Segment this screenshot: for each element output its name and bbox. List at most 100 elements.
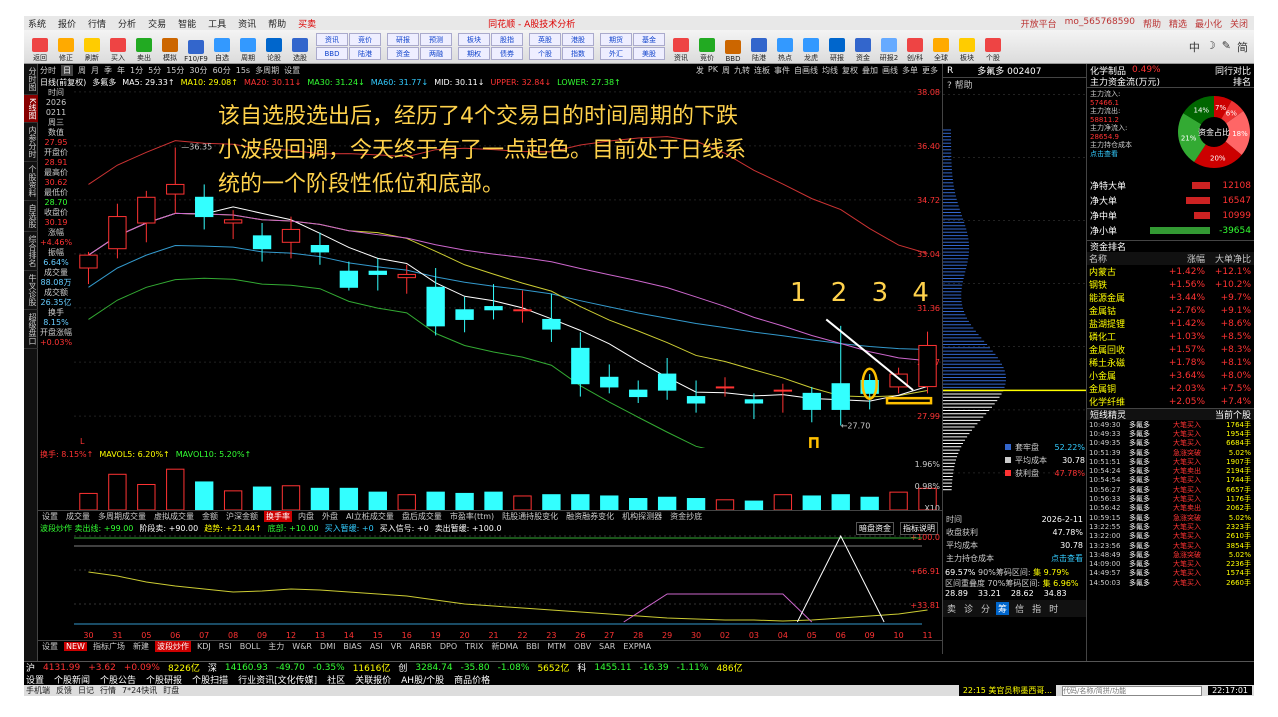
- indicator-tab[interactable]: 虚拟成交量: [152, 511, 196, 522]
- rank-link[interactable]: 排名: [1233, 75, 1251, 88]
- tracker-row[interactable]: 10:49:30 多氟多 大笔买入 1764手: [1087, 420, 1254, 429]
- chip-tab[interactable]: 诊: [962, 602, 975, 615]
- candle[interactable]: [223, 219, 243, 224]
- candle[interactable]: [773, 389, 793, 392]
- rank-row[interactable]: 金属铜 +2.03% +7.5%: [1087, 382, 1254, 396]
- toolbar-button[interactable]: 龙虎: [799, 31, 823, 63]
- toolbar-button[interactable]: 创/科: [903, 31, 927, 63]
- period-tab[interactable]: 15分: [166, 65, 184, 76]
- candle[interactable]: [802, 392, 821, 410]
- tracker-row[interactable]: 10:49:35 多氟多 大笔买入 6684手: [1087, 439, 1254, 448]
- indicator-tab[interactable]: AI立桩成交量: [344, 511, 396, 522]
- indicator2-tab[interactable]: 波段炒作: [154, 641, 191, 652]
- toolbar-right-item[interactable]: 简: [1237, 39, 1248, 55]
- indicator-tab[interactable]: 陆股通持股变化: [500, 511, 560, 522]
- period-right-item[interactable]: PK: [708, 65, 718, 76]
- osc-right-button[interactable]: 指标说明: [900, 521, 938, 535]
- bottom-link[interactable]: 行情: [100, 685, 116, 696]
- period-tab[interactable]: 周: [78, 65, 86, 76]
- menu-item[interactable]: 工具: [208, 17, 226, 30]
- candle[interactable]: [542, 318, 561, 330]
- candle[interactable]: [513, 309, 532, 312]
- chip-tab[interactable]: 分: [979, 602, 992, 615]
- candle[interactable]: [715, 386, 735, 389]
- osc-right-button[interactable]: 暗盘资金: [856, 521, 894, 535]
- period-right-item[interactable]: 更多: [922, 65, 938, 76]
- period-tab[interactable]: 5分: [148, 65, 161, 76]
- candle[interactable]: [108, 216, 127, 250]
- period-right-item[interactable]: 自画线: [794, 65, 818, 76]
- tracker-row[interactable]: 13:48:49 多氟多 急涨突破 5.02%: [1087, 550, 1254, 559]
- chip-tab[interactable]: 筹: [996, 602, 1010, 615]
- toolbar-button[interactable]: 模拟: [158, 31, 182, 63]
- bottom-link[interactable]: 7*24快讯: [122, 685, 157, 696]
- candle[interactable]: [657, 373, 677, 391]
- menu-right-item[interactable]: 开放平台: [1021, 17, 1057, 30]
- candle[interactable]: [79, 254, 98, 269]
- candle[interactable]: [252, 235, 272, 250]
- indicator2-tab[interactable]: 新DMA: [489, 641, 520, 652]
- info-tab[interactable]: 个股扫描: [192, 673, 228, 686]
- menu-item[interactable]: 资讯: [238, 17, 256, 30]
- indicator-tab[interactable]: 设置: [40, 511, 60, 522]
- toolbar-button[interactable]: 资讯: [669, 31, 693, 63]
- menu-item[interactable]: 交易: [148, 17, 166, 30]
- chip-tab[interactable]: 时: [1047, 602, 1060, 615]
- indicator-tab[interactable]: 多周期成交量: [96, 511, 148, 522]
- period-tab[interactable]: 60分: [213, 65, 231, 76]
- candle[interactable]: [397, 273, 416, 279]
- toolbar-small-button[interactable]: 期货: [600, 33, 632, 46]
- candle[interactable]: [629, 389, 648, 398]
- info-tab[interactable]: 关联报价: [355, 673, 391, 686]
- tracker-row[interactable]: 13:22:00 多氟多 大笔买入 2610手: [1087, 532, 1254, 541]
- indicator-tab[interactable]: 外盘: [320, 511, 340, 522]
- toolbar-small-button[interactable]: 板块: [458, 33, 490, 46]
- candle[interactable]: [426, 286, 445, 327]
- menu-right-item[interactable]: mo_565768590: [1065, 17, 1135, 30]
- candle[interactable]: [166, 183, 185, 195]
- info-tab[interactable]: 商品价格: [454, 673, 490, 686]
- tracker-row[interactable]: 10:56:27 多氟多 大笔买入 6657手: [1087, 485, 1254, 494]
- toolbar-button[interactable]: 选股: [288, 31, 312, 63]
- menu-right-item[interactable]: 关闭: [1230, 17, 1248, 30]
- tracker-row[interactable]: 13:23:56 多氟多 大笔买入 3854手: [1087, 541, 1254, 550]
- indicator2-tab[interactable]: 指标广场: [91, 641, 127, 652]
- candle[interactable]: [368, 270, 387, 275]
- search-input[interactable]: [1062, 685, 1203, 696]
- info-tab[interactable]: 设置: [26, 673, 44, 686]
- candle[interactable]: [918, 344, 937, 388]
- left-tab[interactable]: 内参分时: [24, 123, 38, 163]
- volume-chart[interactable]: 1.96%0.98%X10: [38, 460, 942, 510]
- menu-item[interactable]: 报价: [58, 17, 76, 30]
- toolbar-button[interactable]: 全球: [929, 31, 953, 63]
- news-ticker[interactable]: 22:15 美官员称墨西哥...: [958, 685, 1057, 696]
- tracker-row[interactable]: 10:51:51 多氟多 大笔买入 1907手: [1087, 457, 1254, 466]
- tracker-row[interactable]: 10:56:42 多氟多 大笔卖出 2062手: [1087, 504, 1254, 513]
- tracker-row[interactable]: 10:54:54 多氟多 大笔买入 1744手: [1087, 476, 1254, 485]
- info-tab[interactable]: 社区: [327, 673, 345, 686]
- indicator2-tab[interactable]: BBI: [524, 642, 541, 651]
- toolbar-small-button[interactable]: 指数: [562, 47, 594, 60]
- info-tab[interactable]: 行业资讯[文化传媒]: [238, 673, 317, 686]
- indicator2-tab[interactable]: MTM: [545, 642, 568, 651]
- mid-tab-r[interactable]: R: [947, 66, 953, 76]
- toolbar-right-item[interactable]: 中: [1189, 39, 1200, 55]
- indicator2-tab[interactable]: BOLL: [238, 642, 263, 651]
- indicator2-tab[interactable]: OBV: [572, 642, 593, 651]
- tracker-row[interactable]: 14:09:00 多氟多 大笔买入 2236手: [1087, 559, 1254, 568]
- toolbar-small-button[interactable]: 债券: [491, 47, 523, 60]
- indicator2-tab[interactable]: DMI: [318, 642, 337, 651]
- candle[interactable]: [137, 196, 156, 224]
- oscillator-chart[interactable]: +100.0+66.91+33.81: [38, 534, 942, 630]
- tracker-row[interactable]: 10:49:33 多氟多 大笔买入 1954手: [1087, 429, 1254, 438]
- toolbar-small-button[interactable]: 个股: [529, 47, 561, 60]
- period-tab[interactable]: 分时: [40, 65, 56, 76]
- toolbar-button[interactable]: 资金: [851, 31, 875, 63]
- period-right-item[interactable]: 画线: [882, 65, 898, 76]
- candle[interactable]: [686, 396, 706, 404]
- indicator2-tab[interactable]: ARBR: [408, 642, 434, 651]
- toolbar-right-item[interactable]: ☽: [1206, 39, 1216, 55]
- period-tab[interactable]: 30分: [189, 65, 207, 76]
- toolbar-button[interactable]: 板块: [955, 31, 979, 63]
- tracker-row[interactable]: 14:49:57 多氟多 大笔买入 1574手: [1087, 569, 1254, 578]
